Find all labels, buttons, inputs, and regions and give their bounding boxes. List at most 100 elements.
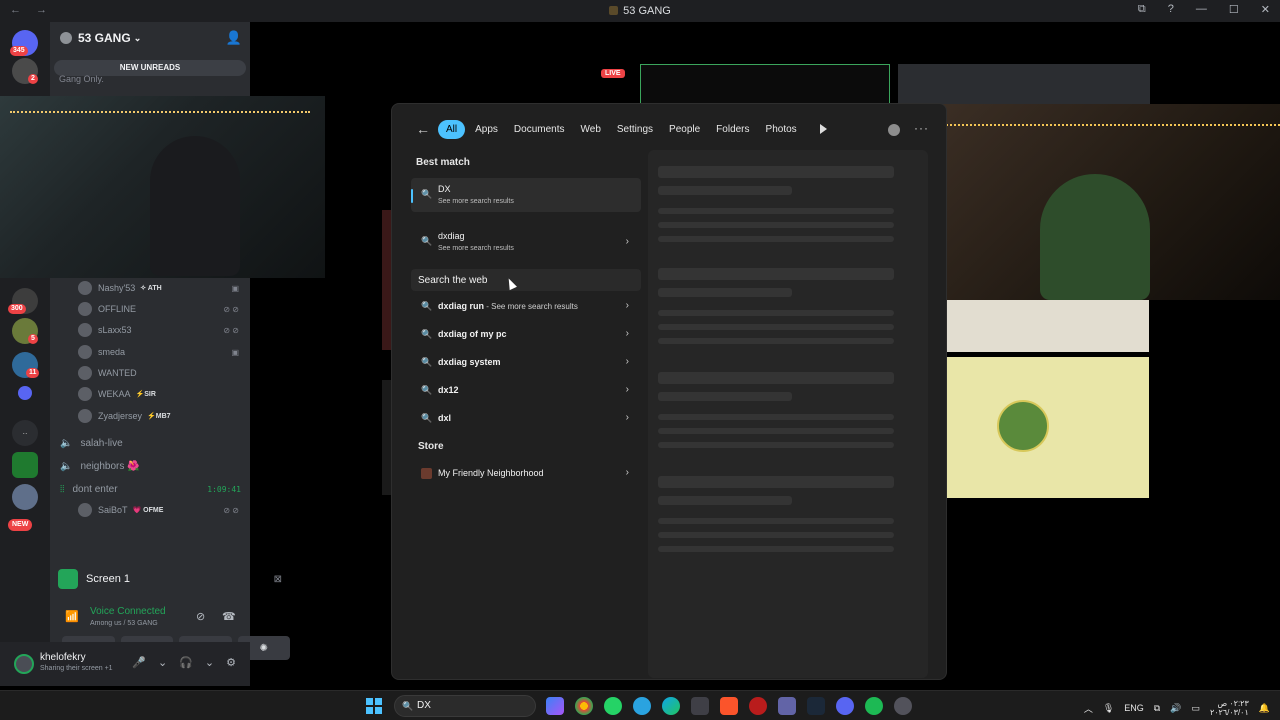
stream-tile[interactable] <box>898 64 1150 104</box>
folder-icon[interactable] <box>18 386 32 400</box>
app-icon[interactable] <box>749 697 767 715</box>
add-member-icon[interactable]: 👤 <box>226 30 242 46</box>
minimize-button[interactable]: — <box>1196 3 1207 16</box>
tab-folders[interactable]: Folders <box>710 120 755 139</box>
voice-member[interactable]: sLaxx53 ⊘ ⊘ <box>78 322 243 338</box>
headphones-icon[interactable]: 🎧 <box>179 656 193 669</box>
account-icon[interactable] <box>888 124 900 136</box>
web-result[interactable]: 🔍 dx12 › <box>411 380 641 402</box>
voice-member[interactable]: smeda ▣ <box>78 344 243 360</box>
home-server-icon[interactable]: 345 <box>10 30 38 56</box>
windows-logo-tile <box>366 698 373 705</box>
disconnect-icon[interactable]: ☎ <box>222 610 236 623</box>
taskbar-search-input[interactable]: 🔍 DX <box>394 695 536 717</box>
language-indicator[interactable]: ENG <box>1124 703 1144 713</box>
voice-member[interactable]: OFFLINE ⊘ ⊘ <box>78 301 243 317</box>
voice-member[interactable]: WANTED <box>78 365 243 381</box>
chevron-right-icon[interactable]: › <box>626 467 629 478</box>
maximize-button[interactable]: ☐ <box>1229 3 1239 16</box>
voice-connected-label[interactable]: Voice Connected <box>90 606 166 617</box>
tab-all[interactable]: All <box>438 120 466 139</box>
tab-photos[interactable]: Photos <box>760 120 803 139</box>
voice-member[interactable]: Nashy'53 ✧ ATH ▣ <box>78 280 243 296</box>
popout-icon[interactable]: ⊠ <box>274 574 282 585</box>
chevron-right-icon[interactable]: › <box>626 384 629 395</box>
server-icon[interactable]: 300 <box>8 288 38 314</box>
edge-icon[interactable] <box>662 697 680 715</box>
help-icon[interactable]: ? <box>1168 3 1174 16</box>
participant-tile[interactable] <box>947 357 1149 498</box>
voice-member[interactable]: Zyadjersey ⚡MB7 <box>78 408 243 424</box>
volume-icon[interactable]: 🔊 <box>1170 703 1181 714</box>
chevron-down-icon[interactable]: ⌄ <box>158 656 167 669</box>
chevron-right-icon[interactable]: › <box>626 236 629 247</box>
play-more-icon[interactable] <box>820 124 827 134</box>
voice-location[interactable]: Among us / 53 GANG <box>90 620 158 627</box>
participant-tile[interactable] <box>947 300 1149 352</box>
screen-share-panel[interactable]: Screen 1 ⊠ <box>58 563 290 595</box>
steam-icon[interactable] <box>807 697 825 715</box>
copilot-icon[interactable] <box>546 697 564 715</box>
store-result[interactable]: My Friendly Neighborhood › <box>411 463 641 485</box>
chrome-icon[interactable] <box>575 697 593 715</box>
guild-header[interactable]: 53 GANG ⌄ 👤 <box>50 22 250 54</box>
brave-icon[interactable] <box>720 697 738 715</box>
clock[interactable]: ٠٢:٢٣ ص ٢٠٢٦/٠٣/٠١ <box>1210 699 1249 717</box>
skeleton-line <box>658 186 792 195</box>
microphone-icon[interactable]: 🎤 <box>132 656 146 669</box>
server-icon[interactable]: 11 <box>12 352 40 378</box>
search-icon: 🔍 <box>421 413 433 423</box>
server-icon[interactable]: 2 <box>12 58 38 84</box>
inbox-icon[interactable]: ⧉ <box>1138 3 1146 16</box>
category-label[interactable]: Gang Only. <box>59 74 104 84</box>
server-icon[interactable] <box>12 452 38 478</box>
unread-badge: 345 <box>10 46 28 56</box>
voice-channel-dont-enter[interactable]: ⦙⦙ dont enter 1:09:41 <box>60 480 245 498</box>
server-icon[interactable] <box>12 484 38 510</box>
start-button[interactable] <box>366 698 382 714</box>
back-arrow-icon[interactable]: ← <box>416 121 430 137</box>
chevron-up-icon[interactable]: ︿ <box>1084 702 1093 715</box>
more-icon[interactable]: .. <box>12 420 38 446</box>
chevron-right-icon[interactable]: › <box>626 356 629 367</box>
web-result[interactable]: 🔍 dxdiag of my pc › <box>411 324 641 346</box>
voice-channel-neighbors[interactable]: 🔈 neighbors 🌺 <box>60 457 245 475</box>
voice-channel-salah-live[interactable]: 🔈 salah-live <box>60 434 245 452</box>
app-icon[interactable] <box>894 697 912 715</box>
tab-people[interactable]: People <box>663 120 706 139</box>
chevron-right-icon[interactable]: › <box>626 412 629 423</box>
telegram-icon[interactable] <box>633 697 651 715</box>
web-result[interactable]: 🔍 dxdiag run - See more search results › <box>411 296 641 318</box>
teams-icon[interactable] <box>778 697 796 715</box>
more-options-icon[interactable]: ··· <box>914 121 929 135</box>
close-button[interactable]: ✕ <box>1261 3 1270 16</box>
username[interactable]: khelofekry <box>40 652 86 663</box>
tab-documents[interactable]: Documents <box>508 120 571 139</box>
tab-apps[interactable]: Apps <box>469 120 504 139</box>
noise-suppression-icon[interactable]: ⊘ <box>196 610 205 623</box>
web-result[interactable]: 🔍 dxl › <box>411 408 641 430</box>
microphone-icon[interactable]: 🎙 <box>1103 703 1114 714</box>
tab-settings[interactable]: Settings <box>611 120 659 139</box>
stream-tile[interactable] <box>640 64 890 104</box>
chevron-down-icon[interactable]: ⌄ <box>205 656 214 669</box>
web-result[interactable]: 🔍 dxdiag system › <box>411 352 641 374</box>
settings-gear-icon[interactable]: ⚙ <box>226 656 236 669</box>
notification-bell-icon[interactable]: 🔔 <box>1259 703 1270 714</box>
preview-pane-loading <box>648 150 928 678</box>
app-icon[interactable] <box>691 697 709 715</box>
tab-web[interactable]: Web <box>575 120 607 139</box>
network-icon[interactable]: ⧉ <box>1154 703 1160 714</box>
chevron-right-icon[interactable]: › <box>626 328 629 339</box>
voice-member[interactable]: WEKAA ⚡SIR <box>78 386 243 402</box>
server-icon[interactable]: 5 <box>12 318 38 344</box>
battery-icon[interactable]: ▭ <box>1191 703 1200 714</box>
voice-member[interactable]: SaiBoT 💗 OFME ⊘ ⊘ <box>78 502 243 518</box>
dxdiag-result[interactable]: 🔍 dxdiag See more search results › <box>411 225 641 259</box>
spotify-icon[interactable] <box>865 697 883 715</box>
discord-icon[interactable] <box>836 697 854 715</box>
chevron-right-icon[interactable]: › <box>626 300 629 311</box>
best-match-result[interactable]: 🔍 DX See more search results <box>411 178 641 212</box>
whatsapp-icon[interactable] <box>604 697 622 715</box>
user-avatar[interactable] <box>14 654 34 674</box>
